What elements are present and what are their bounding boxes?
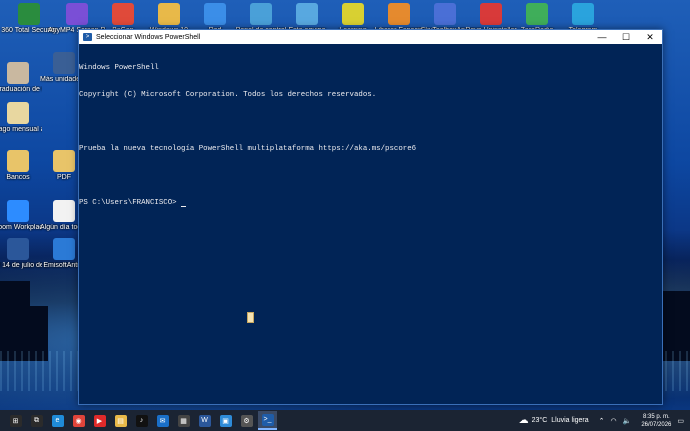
taskbar: ⊞ ⧉ e ◉ ▶ ▤ ♪ ✉ ▦ W ▣ ⚙ >_ ☁ 23°C Lluvia ligera ⌃ ◠ … [0,410,690,431]
weather-temp[interactable]: 23°C [532,417,548,424]
task-view-button[interactable]: ⧉ [27,411,46,430]
computer-icon [296,3,318,25]
volume-icon[interactable]: 🔈 [623,417,632,425]
explorer-icon: ▤ [114,414,127,427]
network-icon[interactable]: ◠ [611,417,617,425]
clock[interactable]: 8:35 p. m. 26/07/2026 [641,413,671,429]
desktop-icon-label: Bancos [6,174,30,181]
tiktok-icon: ♪ [135,414,148,427]
desktop-icon[interactable]: El 14 de julio de 1867 [0,238,42,270]
desktop-icon[interactable]: Zoom Workplace [0,200,42,232]
tiktok-button[interactable]: ♪ [132,411,151,430]
clock-date: 26/07/2026 [641,421,672,428]
maximize-button[interactable]: ☐ [614,30,638,44]
powershell-button[interactable]: >_ [258,411,277,430]
window-titlebar[interactable]: > Seleccionar Windows PowerShell — ☐ ✕ [79,30,662,44]
zoom-icon [7,200,29,222]
desktop-icon-label: El 14 de julio de 1867 [0,262,42,269]
youtube-button[interactable]: ▶ [90,411,109,430]
word-button[interactable]: W [195,411,214,430]
start-button[interactable]: ⊞ [6,411,25,430]
desktop-icon[interactable]: Pago mensual altos... [0,102,42,134]
desktop-icon[interactable]: Graduación de Claudia Vilca... [0,62,42,94]
console-line: Copyright (C) Microsoft Corporation. Tod… [79,91,377,99]
youtube-icon: ▶ [93,414,106,427]
console-output[interactable]: Windows PowerShell Copyright (C) Microso… [79,44,662,226]
image-icon [7,62,29,84]
word-icon: W [198,414,211,427]
clock-time: 8:35 p. m. [643,413,670,420]
folder-icon [7,150,29,172]
mouse-cursor-icon [247,312,254,323]
edge-button[interactable]: e [48,411,67,430]
wallpaper-building [0,281,30,361]
chevron-up-icon[interactable]: ⌃ [599,417,605,425]
powershell-icon: >_ [261,413,274,426]
cleanup-icon [388,3,410,25]
calculator-icon: ▦ [177,414,190,427]
console-line: Prueba la nueva tecnología PowerShell mu… [79,145,417,153]
task-view-icon: ⧉ [30,414,43,427]
settings-button[interactable]: ⚙ [237,411,256,430]
photos-button[interactable]: ▣ [216,411,235,430]
console-line: Windows PowerShell [79,64,159,72]
kodi-icon [53,52,75,74]
outlook-button[interactable]: ✉ [153,411,172,430]
calculator-button[interactable]: ▦ [174,411,193,430]
control-panel-icon [250,3,272,25]
radio-icon [526,3,548,25]
outlook-icon: ✉ [156,414,169,427]
powershell-icon: > [83,33,92,41]
settings-icon: ⚙ [240,414,253,427]
desktop-icon[interactable]: Bancos [0,150,42,182]
text-cursor [181,206,187,207]
document-icon [7,102,29,124]
console-prompt: PS C:\Users\FRANCISCO> [79,199,182,207]
document-icon [53,200,75,222]
antimalware-icon [53,238,75,260]
system-tray: ☁ 23°C Lluvia ligera ⌃ ◠ 🔈 8:35 p. m. 26… [519,410,690,431]
desktop-icon-label: Zoom Workplace [0,224,42,231]
window-title: Seleccionar Windows PowerShell [96,33,201,41]
chrome-icon: ◉ [72,414,85,427]
learning-icon [342,3,364,25]
notifications-icon[interactable]: ▭ [677,417,684,425]
telegram-icon [572,3,594,25]
app-icon [112,3,134,25]
folder-icon [158,3,180,25]
weather-icon[interactable]: ☁ [519,415,529,426]
desktop-icon-label: Pago mensual altos... [0,126,42,133]
weather-condition[interactable]: Lluvia ligera [551,417,588,424]
folder-icon [53,150,75,172]
start-icon: ⊞ [9,414,22,427]
toolbox-icon [434,3,456,25]
explorer-button[interactable]: ▤ [111,411,130,430]
photos-icon: ▣ [219,414,232,427]
minimize-button[interactable]: — [590,30,614,44]
powershell-window[interactable]: > Seleccionar Windows PowerShell — ☐ ✕ W… [78,29,663,405]
shield-icon [18,3,40,25]
chrome-button[interactable]: ◉ [69,411,88,430]
network-icon [204,3,226,25]
recorder-icon [66,3,88,25]
edge-icon: e [51,414,64,427]
uninstaller-icon [480,3,502,25]
word-doc-icon [7,238,29,260]
close-button[interactable]: ✕ [638,30,662,44]
desktop-icon-label: Graduación de Claudia Vilca... [0,86,42,93]
